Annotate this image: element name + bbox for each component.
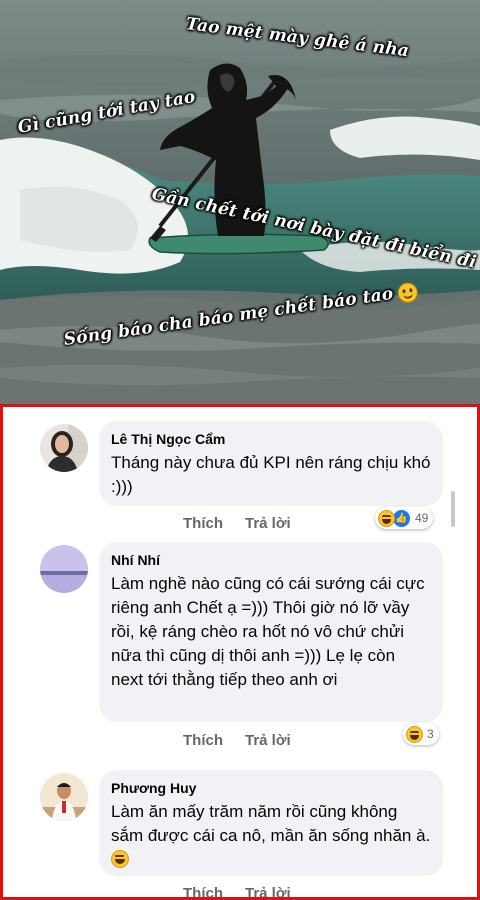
reply-button[interactable]: Trả lời — [245, 515, 291, 532]
scrollbar-thumb[interactable] — [451, 491, 455, 527]
reaction-summary[interactable]: 3 — [403, 723, 439, 745]
comment-text-content: Làm ăn mấy trăm năm rồi cũng không sắm đ… — [111, 802, 431, 845]
avatar-photo-woman — [40, 424, 88, 472]
like-button[interactable]: Thích — [183, 732, 223, 749]
comment-text: Tháng này chưa đủ KPI nên ráng chịu khó … — [111, 453, 431, 496]
comment-text: Làm nghề nào cũng có cái sướng cái cực r… — [111, 574, 425, 689]
reply-button[interactable]: Trả lời — [245, 885, 291, 897]
avatar[interactable] — [40, 773, 88, 821]
comment-actions: Thích Trả lời — [183, 885, 291, 897]
comment-author[interactable]: Lê Thị Ngọc Cẩm — [111, 430, 431, 448]
comment-bubble: Nhí Nhí Làm nghề nào cũng có cái sướng c… — [99, 542, 443, 722]
haha-icon — [406, 725, 423, 743]
meme-image: Tao mệt mày ghê á nha Gì cũng tới tay ta… — [0, 0, 480, 404]
avatar-photo-lavender — [40, 545, 88, 593]
avatar-photo-man — [40, 773, 88, 821]
comment-bubble: Lê Thị Ngọc Cẩm Tháng này chưa đủ KPI nê… — [99, 421, 443, 506]
comments-highlight-box: Lê Thị Ngọc Cẩm Tháng này chưa đủ KPI nê… — [0, 404, 480, 900]
comment-actions: Thích Trả lời — [183, 515, 291, 532]
comment-author[interactable]: Nhí Nhí — [111, 551, 431, 569]
reply-button[interactable]: Trả lời — [245, 732, 291, 749]
like-button[interactable]: Thích — [183, 885, 223, 897]
comment-text: Làm ăn mấy trăm năm rồi cũng không sắm đ… — [111, 800, 431, 872]
smiley-emoji-icon — [395, 280, 419, 304]
comment-bubble: Phương Huy Làm ăn mấy trăm năm rồi cũng … — [99, 770, 443, 876]
haha-icon — [378, 509, 395, 527]
avatar[interactable] — [40, 424, 88, 472]
reaction-count: 3 — [427, 727, 434, 741]
laughing-emoji-icon — [111, 850, 129, 868]
comment-actions: Thích Trả lời — [183, 732, 291, 749]
reaction-summary[interactable]: 👍 49 — [375, 507, 434, 529]
comment-author[interactable]: Phương Huy — [111, 779, 431, 797]
reaction-count: 49 — [415, 511, 429, 525]
like-button[interactable]: Thích — [183, 515, 223, 532]
avatar[interactable] — [40, 545, 88, 593]
